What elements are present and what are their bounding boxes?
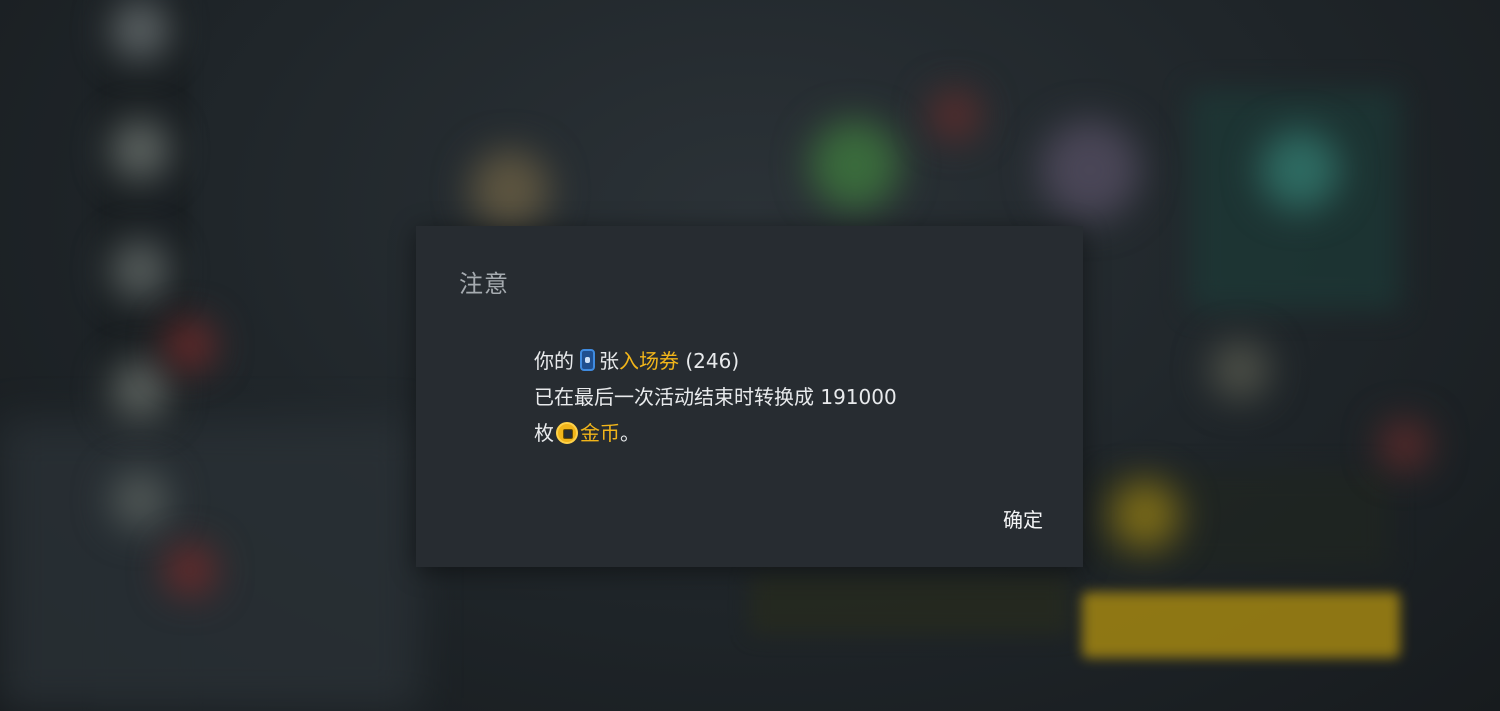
ticket-count: (246) bbox=[685, 349, 740, 373]
game-background: 注意 你的 张入场券 (246) 已在最后一次活动结束时转换成 191000 枚 金… bbox=[0, 0, 1500, 711]
blurred-icon bbox=[930, 90, 980, 140]
coin-name: 金币 bbox=[580, 421, 620, 445]
blurred-icon bbox=[1210, 340, 1270, 400]
message-period: 。 bbox=[620, 421, 640, 445]
blurred-icon bbox=[1380, 420, 1430, 470]
blurred-icon bbox=[110, 470, 170, 530]
message-unit: 张 bbox=[599, 349, 619, 373]
message-prefix: 你的 bbox=[534, 349, 574, 373]
confirm-button[interactable]: 确定 bbox=[1003, 504, 1043, 533]
message-line-3: 枚 金币。 bbox=[534, 415, 994, 451]
blurred-icon bbox=[810, 120, 900, 210]
blurred-icon bbox=[1040, 120, 1140, 220]
blurred-icon bbox=[110, 240, 170, 300]
blurred-icon bbox=[165, 545, 215, 595]
blurred-icon bbox=[110, 120, 170, 180]
blurred-icon bbox=[1260, 130, 1340, 210]
notice-dialog: 注意 你的 张入场券 (246) 已在最后一次活动结束时转换成 191000 枚 金… bbox=[416, 226, 1083, 567]
dialog-message: 你的 张入场券 (246) 已在最后一次活动结束时转换成 191000 枚 金币。 bbox=[534, 343, 994, 451]
blurred-panel bbox=[750, 575, 1070, 635]
blurred-icon bbox=[470, 150, 550, 230]
message-line-2: 已在最后一次活动结束时转换成 191000 bbox=[534, 385, 897, 409]
coin-icon bbox=[556, 422, 578, 444]
dialog-title: 注意 bbox=[459, 270, 509, 298]
ticket-icon bbox=[580, 349, 595, 371]
ticket-name: 入场券 bbox=[619, 349, 679, 373]
blurred-button bbox=[1082, 592, 1400, 658]
blurred-icon bbox=[1110, 480, 1180, 550]
message-measure-word: 枚 bbox=[534, 421, 554, 445]
blurred-icon bbox=[110, 0, 170, 60]
message-line-1: 你的 张入场券 (246) bbox=[534, 343, 994, 379]
blurred-icon bbox=[110, 360, 170, 420]
blurred-icon bbox=[165, 320, 215, 370]
